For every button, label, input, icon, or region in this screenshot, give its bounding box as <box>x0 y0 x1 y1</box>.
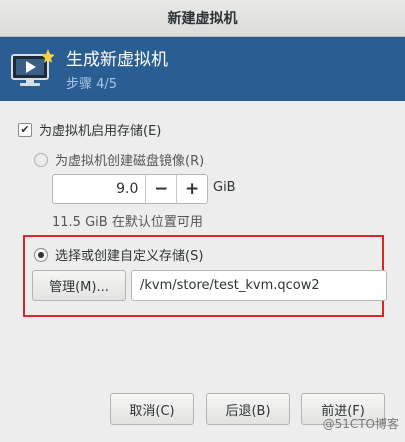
window-title: 新建虚拟机 <box>167 11 238 27</box>
custom-storage-radio[interactable]: 选择或创建自定义存储(S) <box>34 245 203 264</box>
enable-storage-checkbox[interactable]: ✔ 为虚拟机启用存储(E) <box>18 120 161 139</box>
create-disk-label: 为虚拟机创建磁盘镜像(R) <box>55 154 205 169</box>
custom-storage-label: 选择或创建自定义存储(S) <box>55 249 204 264</box>
watermark-text: @51CTO博客 <box>322 417 399 431</box>
storage-path-value: /kvm/store/test_kvm.qcow2 <box>140 278 320 293</box>
vm-monitor-icon <box>11 49 54 86</box>
enable-storage-label: 为虚拟机启用存储(E) <box>39 124 162 139</box>
checkmark-icon: ✔ <box>18 122 32 137</box>
disk-size-value[interactable]: 9.0 <box>53 175 145 203</box>
manage-button[interactable]: 管理(M)... <box>32 270 126 301</box>
window-titlebar[interactable]: 新建虚拟机 <box>0 0 405 37</box>
decrease-size-button[interactable]: − <box>145 175 176 203</box>
back-button[interactable]: 后退(B) <box>206 393 290 425</box>
cancel-button[interactable]: 取消(C) <box>110 393 194 425</box>
radio-unselected-icon <box>34 152 48 167</box>
radio-selected-icon <box>34 247 48 262</box>
storage-path-input[interactable]: /kvm/store/test_kvm.qcow2 <box>131 270 387 301</box>
available-space-note: 11.5 GiB 在默认位置可用 <box>52 215 203 230</box>
wizard-step: 步骤 4/5 <box>66 77 118 92</box>
increase-size-button[interactable]: + <box>176 175 207 203</box>
disk-size-spinner[interactable]: 9.0 − + <box>52 174 208 204</box>
create-disk-radio[interactable]: 为虚拟机创建磁盘镜像(R) <box>34 150 204 169</box>
wizard-title: 生成新虚拟机 <box>66 50 168 70</box>
wizard-banner: 生成新虚拟机 步骤 4/5 <box>0 37 405 101</box>
disk-size-unit: GiB <box>213 180 236 195</box>
